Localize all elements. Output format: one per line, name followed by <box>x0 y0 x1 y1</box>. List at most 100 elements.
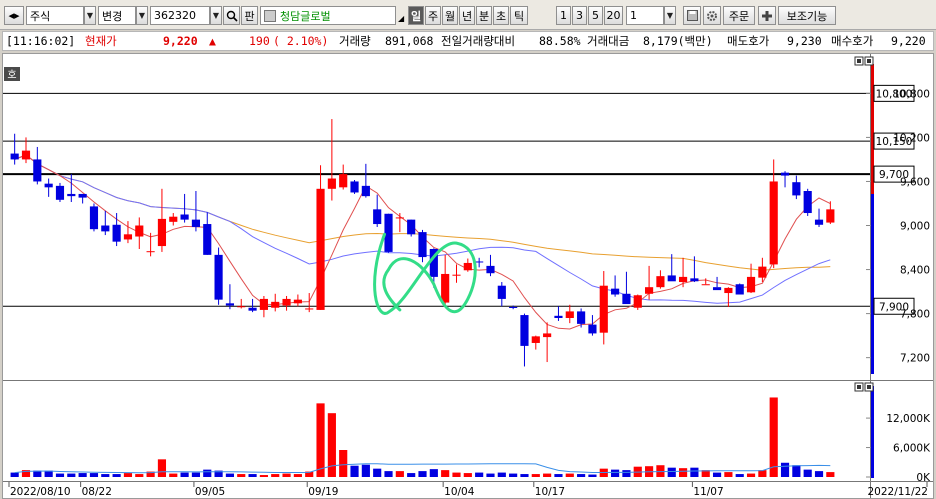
price-tick-label: 7,200 <box>900 353 930 365</box>
aux-button[interactable]: 보조기능 <box>778 6 836 25</box>
date-label: 2022/11/22 <box>867 486 928 498</box>
interval-1[interactable]: 1 <box>556 6 571 25</box>
ask-value: 9,230 <box>787 34 822 48</box>
volume-label: 거래량 <box>339 34 371 48</box>
candle-body <box>645 287 654 294</box>
pan-button[interactable]: 판 <box>241 6 258 25</box>
candle-body <box>44 183 53 188</box>
candle-body <box>769 181 778 265</box>
stock-code-value: 362320 <box>154 9 196 22</box>
plus-icon[interactable] <box>758 6 776 25</box>
change-label: 변경 <box>102 9 123 23</box>
chevron-down-icon[interactable]: ▼ <box>210 6 222 25</box>
pane-control-glyph <box>867 385 871 389</box>
interval-input[interactable]: 1 <box>626 6 664 25</box>
period-minute[interactable]: 분 <box>476 6 492 25</box>
candle-body <box>282 298 291 306</box>
list-icon <box>264 9 276 22</box>
candle-body <box>724 287 733 294</box>
aux-label: 보조기능 <box>786 9 828 23</box>
chevron-down-icon[interactable]: ▼ <box>84 6 96 25</box>
candle-body <box>214 254 223 300</box>
chevron-down-icon[interactable]: ▼ <box>136 6 148 25</box>
volume-bar <box>384 471 393 477</box>
candle-body <box>588 324 597 334</box>
interval-value: 1 <box>630 9 637 22</box>
chart-frame[interactable]: 10,800 10,150 9,700 7,900 10,800 10,200 9,600… <box>2 53 934 499</box>
volume-tick-label: 0K <box>916 472 931 484</box>
volume-bar <box>690 467 699 477</box>
chevron-down-icon[interactable]: ▼ <box>664 6 676 25</box>
volume-bar <box>678 468 688 477</box>
price-tick-label: 7,800 <box>900 309 930 321</box>
gear-icon[interactable] <box>703 6 721 25</box>
candle-body <box>418 232 427 258</box>
period-week[interactable]: 주 <box>425 6 441 25</box>
date-label: 09/19 <box>308 486 338 498</box>
order-button[interactable]: 주문 <box>723 6 755 25</box>
search-icon[interactable] <box>223 6 240 25</box>
volume-bar <box>520 474 529 477</box>
bid-label: 매수호가 <box>831 34 874 48</box>
candle-body <box>395 217 404 219</box>
candle-body <box>191 219 201 227</box>
period-tick[interactable]: 틱 <box>510 6 528 25</box>
stock-name-field[interactable]: 청담글로벌 <box>260 6 396 25</box>
interval-5[interactable]: 5 <box>588 6 603 25</box>
candle-body <box>350 181 359 193</box>
price-volume-chart[interactable]: 10,80010,1509,7007,900 10,80010,2009,600… <box>3 54 933 498</box>
volume-bar <box>769 397 778 477</box>
date-label: 08/22 <box>82 486 112 498</box>
price-tick-label: 9,600 <box>900 176 930 188</box>
price-tick-label: 10,800 <box>893 88 930 100</box>
current-price-label: 현재가 <box>85 34 117 48</box>
candle-body <box>690 278 699 282</box>
volume-bar <box>418 471 427 477</box>
scroll-arrows-button[interactable]: ◂▸ <box>4 6 24 25</box>
candle-body <box>225 303 234 306</box>
volume-bar <box>826 472 835 477</box>
candle-body <box>633 295 642 308</box>
interval-20[interactable]: 20 <box>604 6 623 25</box>
candle-body <box>712 287 722 291</box>
volume-bar <box>89 473 99 477</box>
volume-bar <box>78 473 87 477</box>
candle-body <box>78 193 87 198</box>
candle-body <box>735 284 744 295</box>
volume-bar <box>452 472 461 477</box>
candle-body <box>656 276 665 288</box>
candle-body <box>814 219 824 225</box>
change-arrow: ▲ <box>209 34 216 48</box>
axis-strip-volume <box>871 386 874 478</box>
candle-body <box>203 224 212 255</box>
volume-bar <box>792 465 801 477</box>
volume-bar <box>237 474 246 477</box>
period-day[interactable]: 일 <box>408 6 424 25</box>
volume-bar <box>565 473 574 477</box>
volume-bar <box>55 473 65 477</box>
volume-bar <box>588 474 597 477</box>
change-select[interactable]: 변경 <box>98 6 136 25</box>
candle-body <box>611 288 620 295</box>
candle-body <box>407 219 416 235</box>
volume-bar <box>112 474 121 477</box>
volume-bar <box>157 459 167 477</box>
candle-body <box>248 307 257 311</box>
period-second[interactable]: 초 <box>493 6 509 25</box>
candle-body <box>701 284 710 286</box>
bid-value: 9,220 <box>891 34 926 48</box>
period-year[interactable]: 년 <box>459 6 475 25</box>
volume-bar <box>350 465 359 477</box>
candle-body <box>746 276 756 293</box>
candle-body <box>520 315 529 346</box>
period-month[interactable]: 월 <box>442 6 458 25</box>
candle-body <box>531 336 540 343</box>
interval-3[interactable]: 3 <box>572 6 587 25</box>
candle-body <box>67 193 76 197</box>
candle-body <box>463 262 472 271</box>
save-icon[interactable] <box>683 6 701 25</box>
stock-code-input[interactable]: 362320 <box>150 6 210 25</box>
candle-body <box>327 178 336 189</box>
market-type-select[interactable]: 주식 <box>26 6 84 25</box>
volume-bar <box>758 470 767 477</box>
